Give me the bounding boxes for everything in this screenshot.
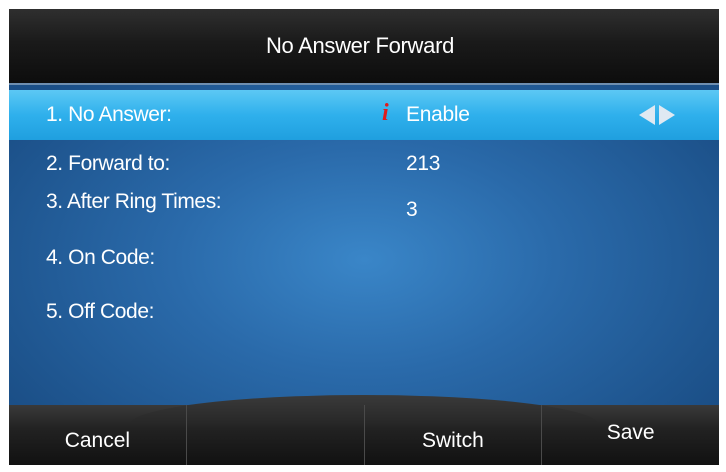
- info-icon: i: [382, 100, 389, 127]
- phone-screen: No Answer Forward 1. No Answer: i Enable…: [9, 9, 719, 465]
- softkey-bar: Cancel Switch Save: [9, 395, 719, 465]
- switch-button[interactable]: Switch: [365, 405, 543, 465]
- save-button[interactable]: Save: [542, 405, 719, 465]
- menu-item-label: 5. Off Code:: [46, 300, 155, 323]
- menu-item-off-code[interactable]: 5. Off Code:: [9, 288, 719, 336]
- empty-softkey[interactable]: [187, 405, 365, 465]
- menu-item-no-answer[interactable]: 1. No Answer: i Enable: [9, 90, 719, 140]
- menu-item-value: 213: [406, 152, 441, 175]
- option-switch-arrows[interactable]: [639, 105, 675, 125]
- title-bar: No Answer Forward: [9, 9, 719, 85]
- cancel-button[interactable]: Cancel: [9, 405, 187, 465]
- left-arrow-icon[interactable]: [639, 105, 655, 125]
- menu-item-label: 3. After Ring Times:: [46, 190, 222, 213]
- menu-item-on-code[interactable]: 4. On Code:: [9, 228, 719, 288]
- menu-item-label: 1. No Answer:: [46, 103, 172, 126]
- menu-item-value: 3: [406, 198, 418, 221]
- menu-item-label: 4. On Code:: [46, 246, 155, 269]
- right-arrow-icon[interactable]: [659, 105, 675, 125]
- menu-item-value: Enable: [406, 103, 470, 126]
- menu-item-after-ring-times[interactable]: 3. After Ring Times: 3: [9, 188, 719, 228]
- menu-item-forward-to[interactable]: 2. Forward to: 213: [9, 140, 719, 188]
- settings-menu: 1. No Answer: i Enable 2. Forward to: 21…: [9, 90, 719, 336]
- page-title: No Answer Forward: [265, 33, 455, 58]
- menu-item-label: 2. Forward to:: [46, 152, 170, 175]
